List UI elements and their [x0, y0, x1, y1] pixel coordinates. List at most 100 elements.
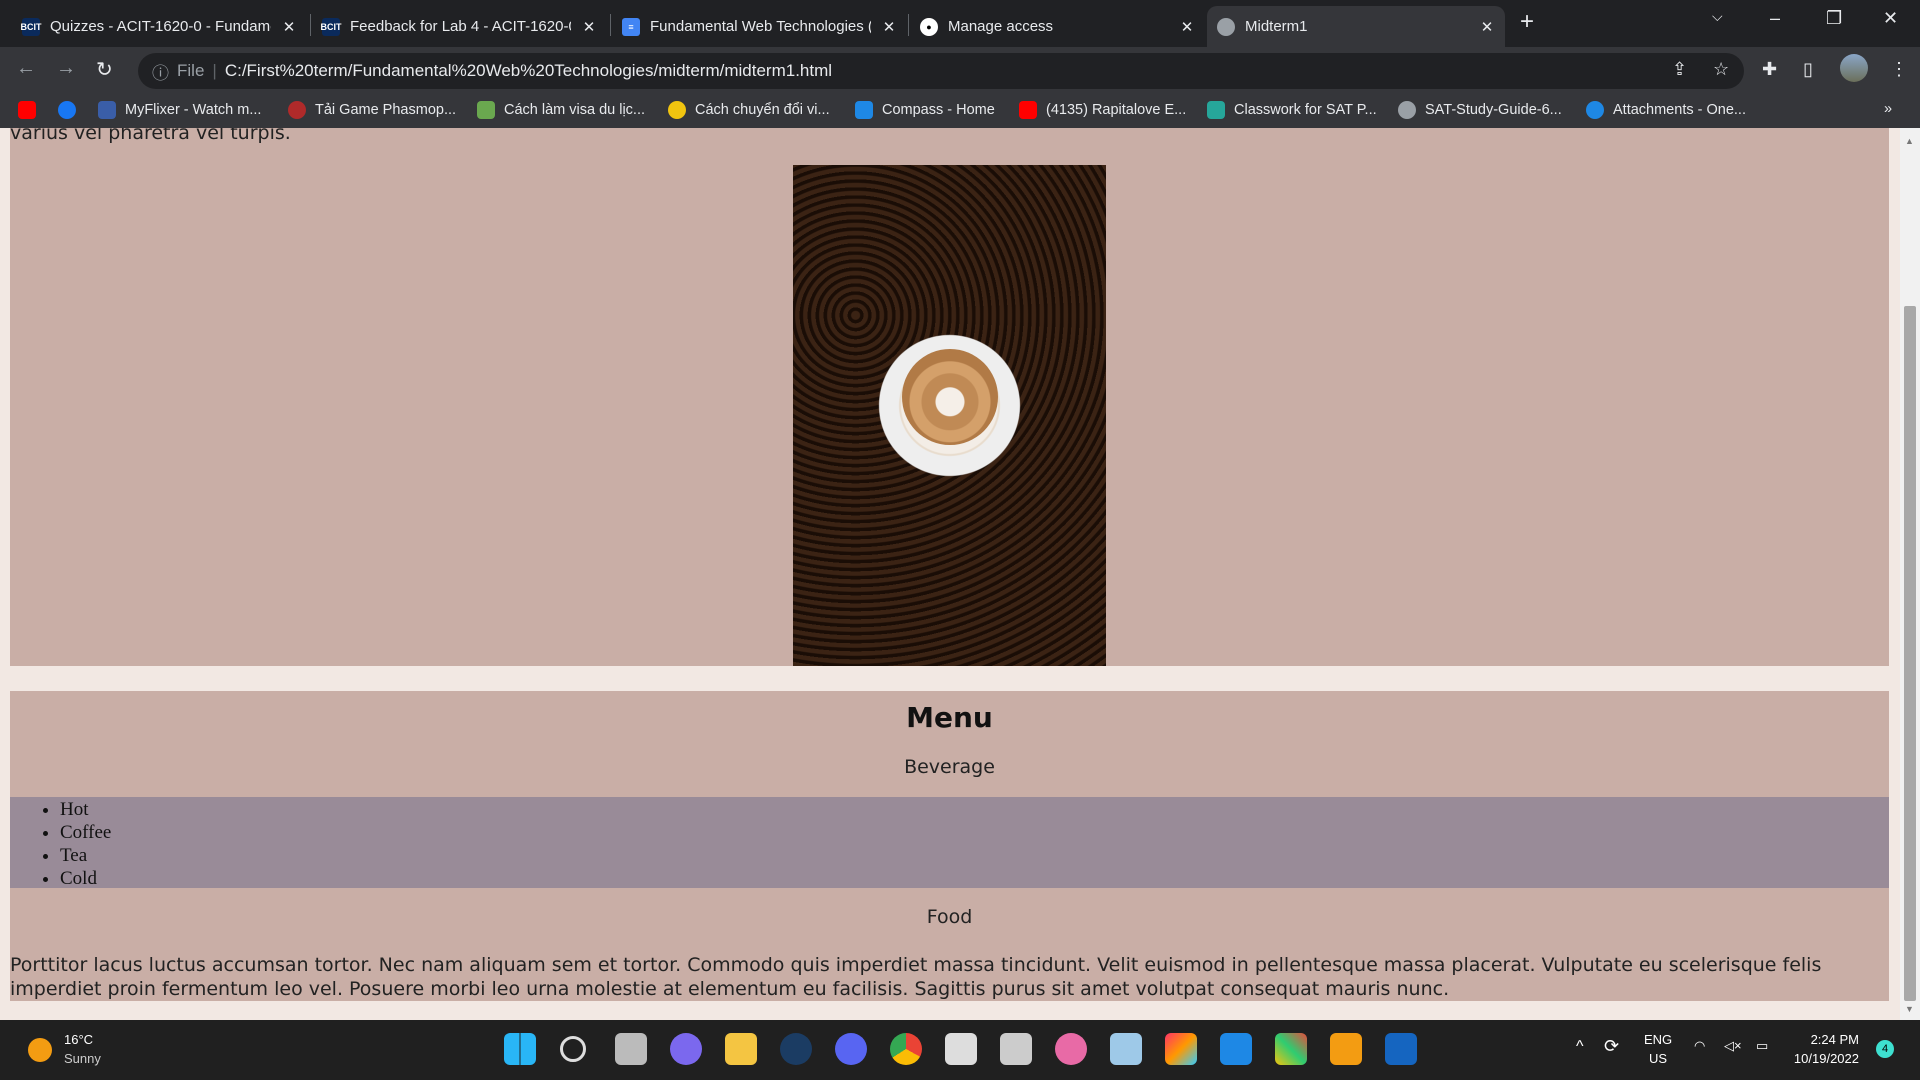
youtube-icon — [1019, 101, 1037, 119]
menu-icon[interactable]: ⋮ — [1890, 59, 1908, 80]
page-content: varius vel pharetra vel turpis. Menu Bev… — [0, 128, 1900, 1020]
scheme-label: File — [177, 61, 205, 80]
hidden-icons-chevron[interactable]: ^ — [1576, 1038, 1584, 1056]
scroll-up-arrow[interactable]: ▲ — [1905, 136, 1914, 146]
info-icon[interactable]: ⓘ — [152, 59, 169, 84]
weather-temp[interactable]: 16°C — [64, 1032, 93, 1047]
app-icon[interactable] — [1000, 1033, 1032, 1065]
bookmark-item[interactable]: Cách làm visa du lịc... — [477, 101, 645, 119]
close-tab-icon[interactable]: ✕ — [881, 18, 897, 36]
menu-section: Menu Beverage Hot Coffee Tea Cold Food P… — [10, 691, 1889, 1001]
battery-icon[interactable]: ▭ — [1756, 1038, 1768, 1054]
tab-title: Manage access — [948, 18, 1054, 35]
back-button[interactable]: ← — [16, 57, 36, 80]
tab-title: Fundamental Web Technologies ( — [650, 18, 871, 35]
compass-icon — [855, 101, 873, 119]
photos-icon[interactable] — [1110, 1033, 1142, 1065]
close-tab-icon[interactable]: ✕ — [1179, 18, 1195, 36]
browser-toolbar: ← → ↻ ⓘ File | C:/First%20term/Fundament… — [0, 47, 1920, 95]
bookmark-item[interactable]: (4135) Rapitalove E... — [1019, 101, 1186, 119]
close-window-button[interactable]: ✕ — [1883, 8, 1898, 29]
bookmark-item[interactable]: SAT-Study-Guide-6... — [1398, 101, 1562, 119]
globe-icon — [1398, 101, 1416, 119]
close-tab-icon[interactable]: ✕ — [581, 18, 597, 36]
tab-manage-access[interactable]: ● Manage access ✕ — [910, 6, 1205, 47]
minimize-button[interactable]: – — [1770, 8, 1780, 29]
hero-section: varius vel pharetra vel turpis. — [10, 128, 1889, 666]
bookmark-item[interactable]: Compass - Home — [855, 101, 995, 119]
scrollbar[interactable]: ▲ ▼ — [1900, 128, 1920, 1020]
app-icon[interactable] — [945, 1033, 977, 1065]
extensions-icon[interactable]: ✚ — [1762, 59, 1777, 80]
search-icon[interactable] — [560, 1036, 586, 1062]
app-icon[interactable] — [1330, 1033, 1362, 1065]
tab-docs[interactable]: ≡ Fundamental Web Technologies ( ✕ — [612, 6, 907, 47]
restore-button[interactable]: ❐ — [1826, 8, 1842, 29]
app-icon[interactable] — [1385, 1033, 1417, 1065]
language-line2[interactable]: US — [1649, 1051, 1667, 1066]
address-bar[interactable]: ⓘ File | C:/First%20term/Fundamental%20W… — [138, 53, 1744, 89]
new-tab-button[interactable]: + — [1520, 8, 1534, 36]
osu-icon[interactable] — [1055, 1033, 1087, 1065]
forward-button[interactable]: → — [56, 57, 76, 80]
food-heading: Food — [926, 906, 973, 928]
steam-icon[interactable] — [780, 1033, 812, 1065]
tab-strip: BCIT Quizzes - ACIT-1620-0 - Fundamentals… — [0, 0, 1920, 47]
language-line1[interactable]: ENG — [1644, 1032, 1672, 1047]
sync-icon[interactable]: ⟳ — [1604, 1036, 1619, 1057]
notification-badge[interactable]: 4 — [1876, 1040, 1894, 1058]
chrome-icon[interactable] — [890, 1033, 922, 1065]
profile-avatar[interactable] — [1840, 54, 1868, 82]
bookmark-facebook[interactable] — [58, 101, 76, 119]
close-tab-icon[interactable]: ✕ — [1479, 18, 1495, 36]
volume-muted-icon[interactable]: ◁× — [1724, 1038, 1742, 1054]
list-item: Coffee — [60, 821, 1889, 844]
bookmark-youtube[interactable] — [18, 101, 36, 119]
list-item: Cold — [60, 867, 1889, 890]
weather-condition[interactable]: Sunny — [64, 1051, 101, 1066]
bookmarks-bar: MyFlixer - Watch m... Tải Game Phasmop..… — [0, 95, 1920, 128]
bookmark-star-icon[interactable]: ☆ — [1713, 59, 1729, 80]
share-icon[interactable]: ⇪ — [1672, 59, 1687, 80]
clock-time[interactable]: 2:24 PM — [1795, 1032, 1859, 1047]
visa-icon — [477, 101, 495, 119]
clock-date[interactable]: 10/19/2022 — [1790, 1051, 1859, 1066]
bcit-icon: BCIT — [21, 17, 42, 36]
classroom-icon — [1207, 101, 1225, 119]
scrollbar-thumb[interactable] — [1904, 306, 1916, 1001]
list-item: Hot — [60, 798, 1889, 821]
more-bookmarks-button[interactable]: » — [1884, 101, 1892, 117]
discord-icon[interactable] — [835, 1033, 867, 1065]
bookmark-item[interactable]: Tải Game Phasmop... — [288, 101, 456, 119]
bookmark-item[interactable]: Cách chuyển đổi vi... — [668, 101, 830, 119]
vscode-icon[interactable] — [1220, 1033, 1252, 1065]
globe-icon — [1217, 17, 1235, 36]
close-tab-icon[interactable]: ✕ — [281, 18, 297, 36]
sun-icon — [28, 1038, 52, 1062]
teams-chat-icon[interactable] — [670, 1033, 702, 1065]
wifi-icon[interactable]: ◠ — [1694, 1038, 1705, 1054]
app-icon[interactable] — [1275, 1033, 1307, 1065]
tab-midterm1[interactable]: Midterm1 ✕ — [1207, 6, 1505, 47]
tab-search-icon[interactable]: ⌵ — [1712, 8, 1723, 25]
creative-cloud-icon[interactable] — [1165, 1033, 1197, 1065]
bcit-icon: BCIT — [321, 17, 342, 36]
bookmark-item[interactable]: Classwork for SAT P... — [1207, 101, 1377, 119]
side-panel-icon[interactable]: ▯ — [1803, 59, 1813, 80]
beverage-list: Hot Coffee Tea Cold — [10, 797, 1889, 890]
url-text[interactable]: C:/First%20term/Fundamental%20Web%20Tech… — [225, 61, 832, 81]
myflixer-icon — [98, 101, 116, 119]
file-explorer-icon[interactable] — [725, 1033, 757, 1065]
bookmark-item[interactable]: MyFlixer - Watch m... — [98, 101, 261, 119]
task-view-icon[interactable] — [615, 1033, 647, 1065]
tab-quizzes[interactable]: BCIT Quizzes - ACIT-1620-0 - Fundamentals… — [12, 6, 307, 47]
scroll-down-arrow[interactable]: ▼ — [1905, 1004, 1914, 1014]
beverage-heading: Beverage — [904, 756, 995, 778]
start-icon[interactable] — [504, 1033, 536, 1065]
onedrive-icon — [1586, 101, 1604, 119]
reload-button[interactable]: ↻ — [96, 57, 113, 82]
bookmark-item[interactable]: Attachments - One... — [1586, 101, 1746, 119]
docs-icon: ≡ — [622, 17, 640, 36]
tab-feedback[interactable]: BCIT Feedback for Lab 4 - ACIT-1620-0 ✕ — [312, 6, 607, 47]
tab-title: Feedback for Lab 4 - ACIT-1620-0 — [350, 18, 571, 35]
